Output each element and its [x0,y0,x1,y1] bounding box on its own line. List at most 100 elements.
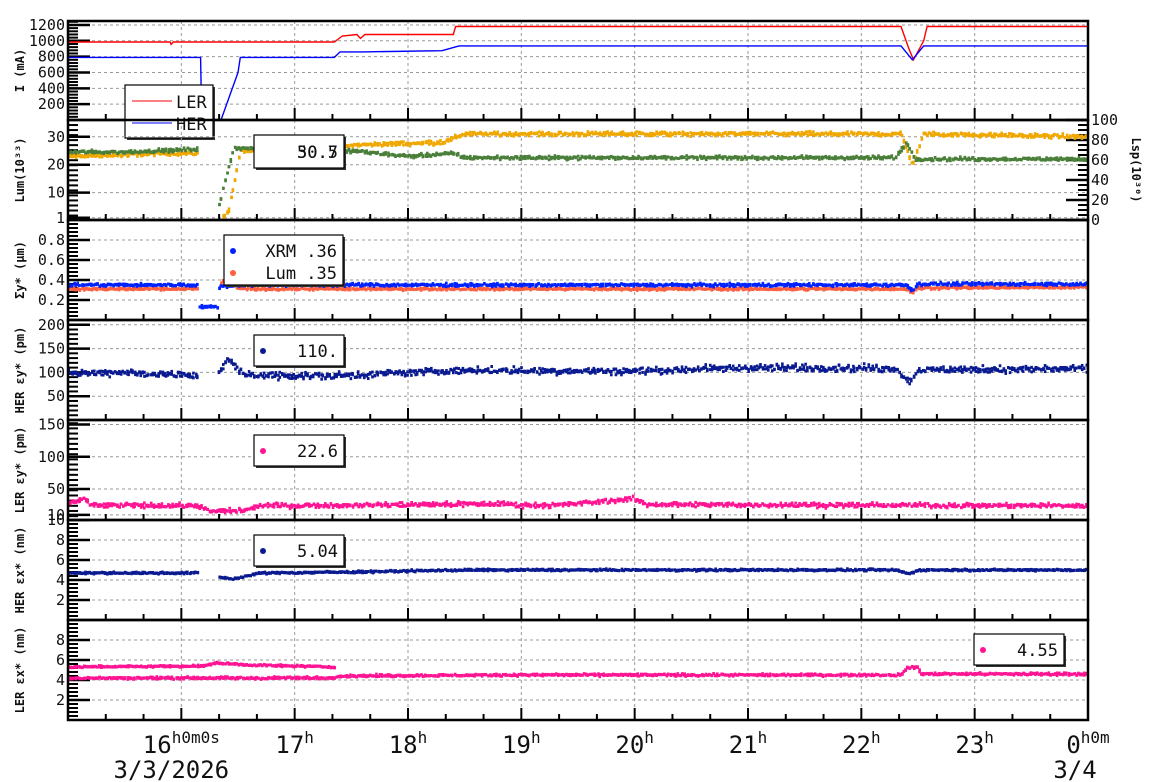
data-point [841,288,845,292]
data-point [902,284,905,288]
data-point [531,282,535,286]
data-point [802,156,805,160]
data-point [980,156,984,160]
data-point [886,287,890,291]
data-point [192,371,195,375]
data-point [317,371,321,375]
data-point [78,288,82,292]
data-point [288,376,291,380]
data-point [464,369,468,373]
legend-label: LER [176,93,207,113]
data-point [435,151,438,155]
data-point [580,131,584,135]
data-point [417,141,421,145]
data-point [439,138,442,142]
data-point [937,132,941,136]
data-point [616,283,619,287]
data-point [531,156,535,160]
data-point [452,371,455,375]
data-point [786,131,790,135]
data-point [109,283,113,287]
data-point [445,369,448,373]
data-point [156,287,160,291]
data-point [735,133,739,137]
data-point [538,372,541,376]
data-point [557,157,560,161]
data-point [408,283,411,287]
data-point [214,304,217,308]
data-point [982,282,986,286]
data-point [402,143,405,147]
data-point [439,142,442,146]
panel-frame [66,218,1090,322]
data-point [235,146,238,150]
data-point [812,130,815,134]
data-point [872,131,876,135]
data-point [867,133,871,137]
data-point [877,133,880,137]
data-point [764,288,768,292]
data-point [543,283,547,287]
data-point [188,372,192,376]
data-point [170,283,174,287]
data-point [939,157,942,161]
data-point [696,156,699,160]
data-point [863,157,866,161]
data-point [227,359,231,363]
data-point [584,155,588,159]
data-point [459,371,463,375]
data-point [696,132,700,136]
data-point [592,156,596,160]
data-point [635,130,639,134]
data-point [267,375,270,379]
data-point [139,284,143,288]
legend-label: HER [176,115,207,135]
data-point [573,368,576,372]
data-point [835,133,839,137]
data-point [468,130,472,134]
data-point [421,155,425,159]
data-point [1069,134,1072,138]
data-point [880,133,884,137]
multi-panel-time-series-chart: 20040060080010001200I (mA)LERHER11020300… [13,16,1143,782]
data-point [162,288,166,292]
data-point [568,132,572,136]
data-point [341,288,345,292]
data-point [961,132,964,136]
data-point [806,130,810,134]
data-point [676,288,680,292]
data-point [298,287,301,291]
data-point [641,282,645,286]
data-point [943,156,946,160]
data-point [271,371,274,375]
data-point [219,197,223,201]
data-point [403,374,407,378]
data-point [633,283,637,287]
data-point [227,165,231,169]
data-point [945,159,949,163]
data-point [417,369,421,373]
data-point [172,374,176,378]
data-point [149,287,152,291]
data-point [221,367,225,371]
data-point [271,375,274,379]
data-point [184,373,187,377]
data-point [88,372,92,376]
y-tick-label: 30 [47,128,65,146]
data-point [975,134,978,138]
data-point [353,142,356,146]
data-point [496,130,500,134]
data-point [1008,286,1012,290]
data-point [819,287,823,291]
data-point [821,283,825,287]
data-point [878,155,882,159]
data-point [360,284,364,288]
data-point [256,287,260,291]
data-point [133,149,137,153]
data-point [160,284,164,288]
data-point [498,368,501,372]
data-point [288,287,291,291]
data-point [195,376,199,380]
data-point [406,141,409,145]
data-point [855,154,858,158]
